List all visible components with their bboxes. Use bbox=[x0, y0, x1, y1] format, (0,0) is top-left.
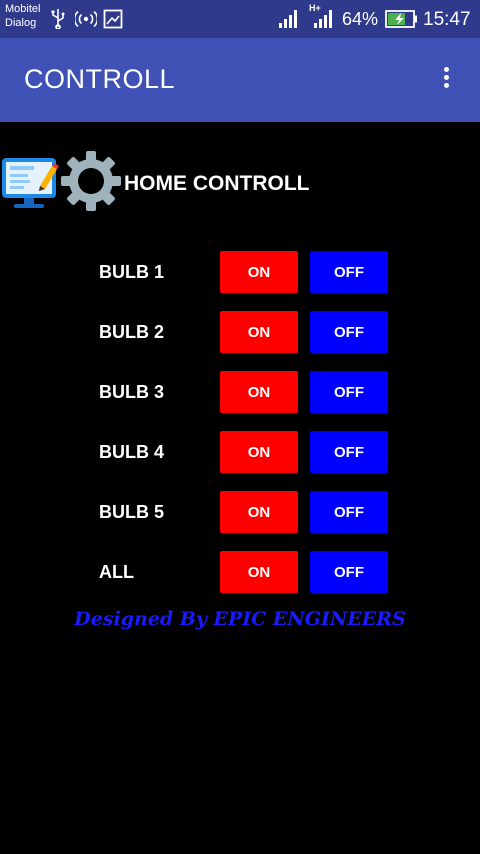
bulb-4-off-button[interactable]: OFF bbox=[310, 431, 388, 473]
control-row-bulb-2: BULB 2 ON OFF bbox=[0, 311, 480, 353]
app-logo-icon bbox=[2, 158, 59, 208]
bulb-4-on-button[interactable]: ON bbox=[220, 431, 298, 473]
control-row-bulb-4: BULB 4 ON OFF bbox=[0, 431, 480, 473]
bulb-2-on-button[interactable]: ON bbox=[220, 311, 298, 353]
bulb-3-on-button[interactable]: ON bbox=[220, 371, 298, 413]
all-on-button[interactable]: ON bbox=[220, 551, 298, 593]
control-row-bulb-3: BULB 3 ON OFF bbox=[0, 371, 480, 413]
bulb-1-off-button[interactable]: OFF bbox=[310, 251, 388, 293]
battery-percent: 64% bbox=[342, 9, 379, 29]
row-label: BULB 5 bbox=[99, 502, 165, 522]
row-label: BULB 4 bbox=[99, 442, 165, 462]
bulb-3-off-button[interactable]: OFF bbox=[310, 371, 388, 413]
battery-charging-icon bbox=[385, 10, 417, 28]
screenshot-icon bbox=[103, 9, 123, 29]
bulb-5-on-button[interactable]: ON bbox=[220, 491, 298, 533]
bulb-2-off-button[interactable]: OFF bbox=[310, 311, 388, 353]
carrier-names: Mobitel Dialog bbox=[5, 2, 40, 30]
bulb-5-off-button[interactable]: OFF bbox=[310, 491, 388, 533]
carrier-1: Mobitel bbox=[5, 3, 41, 15]
control-row-bulb-1: BULB 1 ON OFF bbox=[0, 251, 480, 293]
header-title: HOME CONTROLL bbox=[124, 172, 310, 195]
usb-icon bbox=[51, 9, 65, 29]
home-control-header: HOME CONTROLL bbox=[0, 150, 480, 214]
app-bar: CONTROLL bbox=[0, 38, 480, 122]
control-row-all: ALL ON OFF bbox=[0, 551, 480, 593]
signal-icon bbox=[279, 10, 297, 28]
footer-credit: Designed By EPIC ENGINEERS bbox=[74, 608, 406, 630]
carrier-2: Dialog bbox=[5, 17, 37, 29]
gear-icon bbox=[61, 151, 121, 211]
status-bar: Mobitel Dialog H+ 64% 15:47 bbox=[0, 0, 480, 38]
signal-icon bbox=[314, 10, 332, 28]
row-label: ALL bbox=[99, 562, 134, 582]
control-row-bulb-5: BULB 5 ON OFF bbox=[0, 491, 480, 533]
bulb-1-on-button[interactable]: ON bbox=[220, 251, 298, 293]
overflow-menu-icon[interactable] bbox=[434, 64, 458, 96]
hotspot-icon bbox=[75, 10, 97, 28]
app-title: CONTROLL bbox=[24, 64, 176, 94]
clock: 15:47 bbox=[423, 9, 471, 30]
row-label: BULB 2 bbox=[99, 322, 165, 342]
row-label: BULB 1 bbox=[99, 262, 165, 282]
row-label: BULB 3 bbox=[99, 382, 165, 402]
all-off-button[interactable]: OFF bbox=[310, 551, 388, 593]
